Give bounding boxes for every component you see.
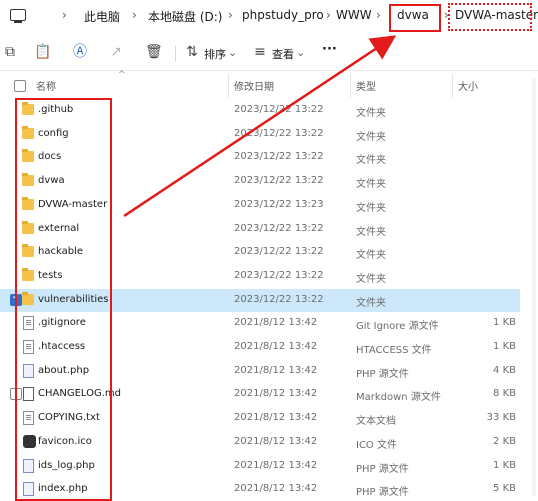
annotation-arrow (123, 35, 397, 218)
